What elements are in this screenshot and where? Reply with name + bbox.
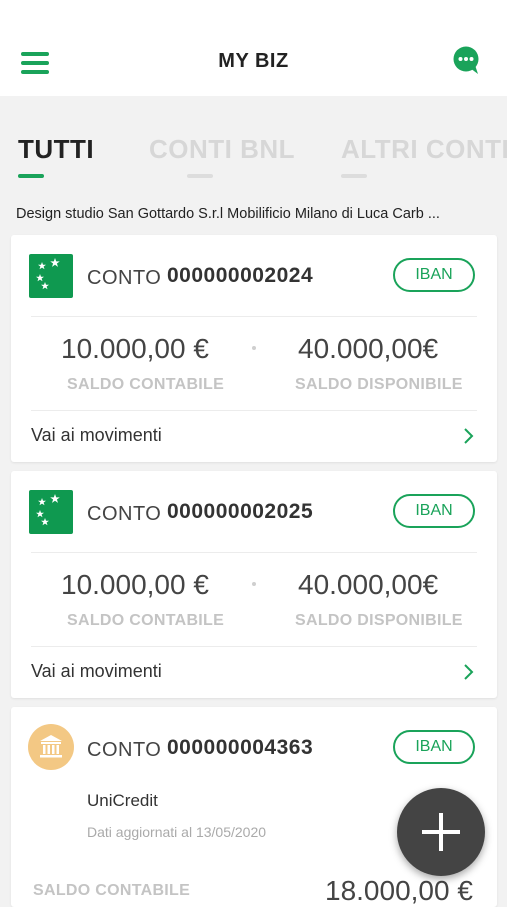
account-tabs: TUTTI CONTI BNL ALTRI CONTI <box>0 96 507 196</box>
tab-label: ALTRI CONTI <box>341 134 507 164</box>
iban-button[interactable]: IBAN <box>393 494 475 528</box>
chevron-right-icon[interactable] <box>463 428 475 444</box>
chevron-right-icon[interactable] <box>463 664 475 680</box>
app-header: MY BIZ <box>0 0 507 96</box>
companies-line: Design studio San Gottardo S.r.l Mobilif… <box>16 206 440 222</box>
tab-conti-bnl[interactable]: CONTI BNL <box>149 134 296 178</box>
saldo-disponibile-label: SALDO DISPONIBILE <box>295 376 463 393</box>
saldo-contabile-label: SALDO CONTABILE <box>67 376 225 393</box>
tab-altri-conti[interactable]: ALTRI CONTI <box>341 134 507 178</box>
saldo-contabile-label: SALDO CONTABILE <box>67 612 225 629</box>
iban-button[interactable]: IBAN <box>393 730 475 764</box>
conto-label: CONTO <box>87 267 162 289</box>
bnl-flag-icon <box>29 254 73 298</box>
account-number: 000000002024 <box>167 264 314 287</box>
account-card: CONTO 000000002024 IBAN 10.000,00 € SALD… <box>11 235 497 462</box>
movements-link[interactable]: Vai ai movimenti <box>31 661 162 682</box>
account-number: 000000002025 <box>167 500 314 523</box>
bnl-flag-icon <box>29 490 73 534</box>
saldo-contabile-label: SALDO CONTABILE <box>33 882 191 899</box>
account-number: 000000004363 <box>167 736 314 759</box>
divider <box>31 316 477 317</box>
iban-button[interactable]: IBAN <box>393 258 475 292</box>
tab-indicator <box>187 174 213 178</box>
separator-dot <box>252 582 256 586</box>
saldo-disponibile-label: SALDO DISPONIBILE <box>295 612 463 629</box>
movements-link[interactable]: Vai ai movimenti <box>31 425 162 446</box>
tab-label: TUTTI <box>18 134 95 164</box>
tab-label: CONTI BNL <box>149 134 296 164</box>
tab-tutti[interactable]: TUTTI <box>18 134 95 178</box>
add-button[interactable] <box>397 788 485 876</box>
conto-label: CONTO <box>87 503 162 525</box>
saldo-disponibile-value: 40.000,00€ <box>298 333 439 364</box>
saldo-contabile-value: 18.000,00 € <box>325 875 473 906</box>
saldo-contabile-value: 10.000,00 € <box>61 333 209 364</box>
tab-active-indicator <box>18 174 44 178</box>
account-card: CONTO 000000002025 IBAN 10.000,00 € SALD… <box>11 471 497 698</box>
tab-indicator <box>341 174 367 178</box>
conto-label: CONTO <box>87 739 162 761</box>
updated-date: Dati aggiornati al 13/05/2020 <box>87 824 267 840</box>
bank-building-icon <box>28 724 74 770</box>
chat-bubble-icon[interactable] <box>452 46 482 76</box>
app-title: MY BIZ <box>218 50 289 72</box>
divider <box>31 552 477 553</box>
separator-dot <box>252 346 256 350</box>
bank-name: UniCredit <box>87 791 158 810</box>
saldo-disponibile-value: 40.000,00€ <box>298 569 439 600</box>
saldo-contabile-value: 10.000,00 € <box>61 569 209 600</box>
divider <box>31 410 477 411</box>
divider <box>31 646 477 647</box>
